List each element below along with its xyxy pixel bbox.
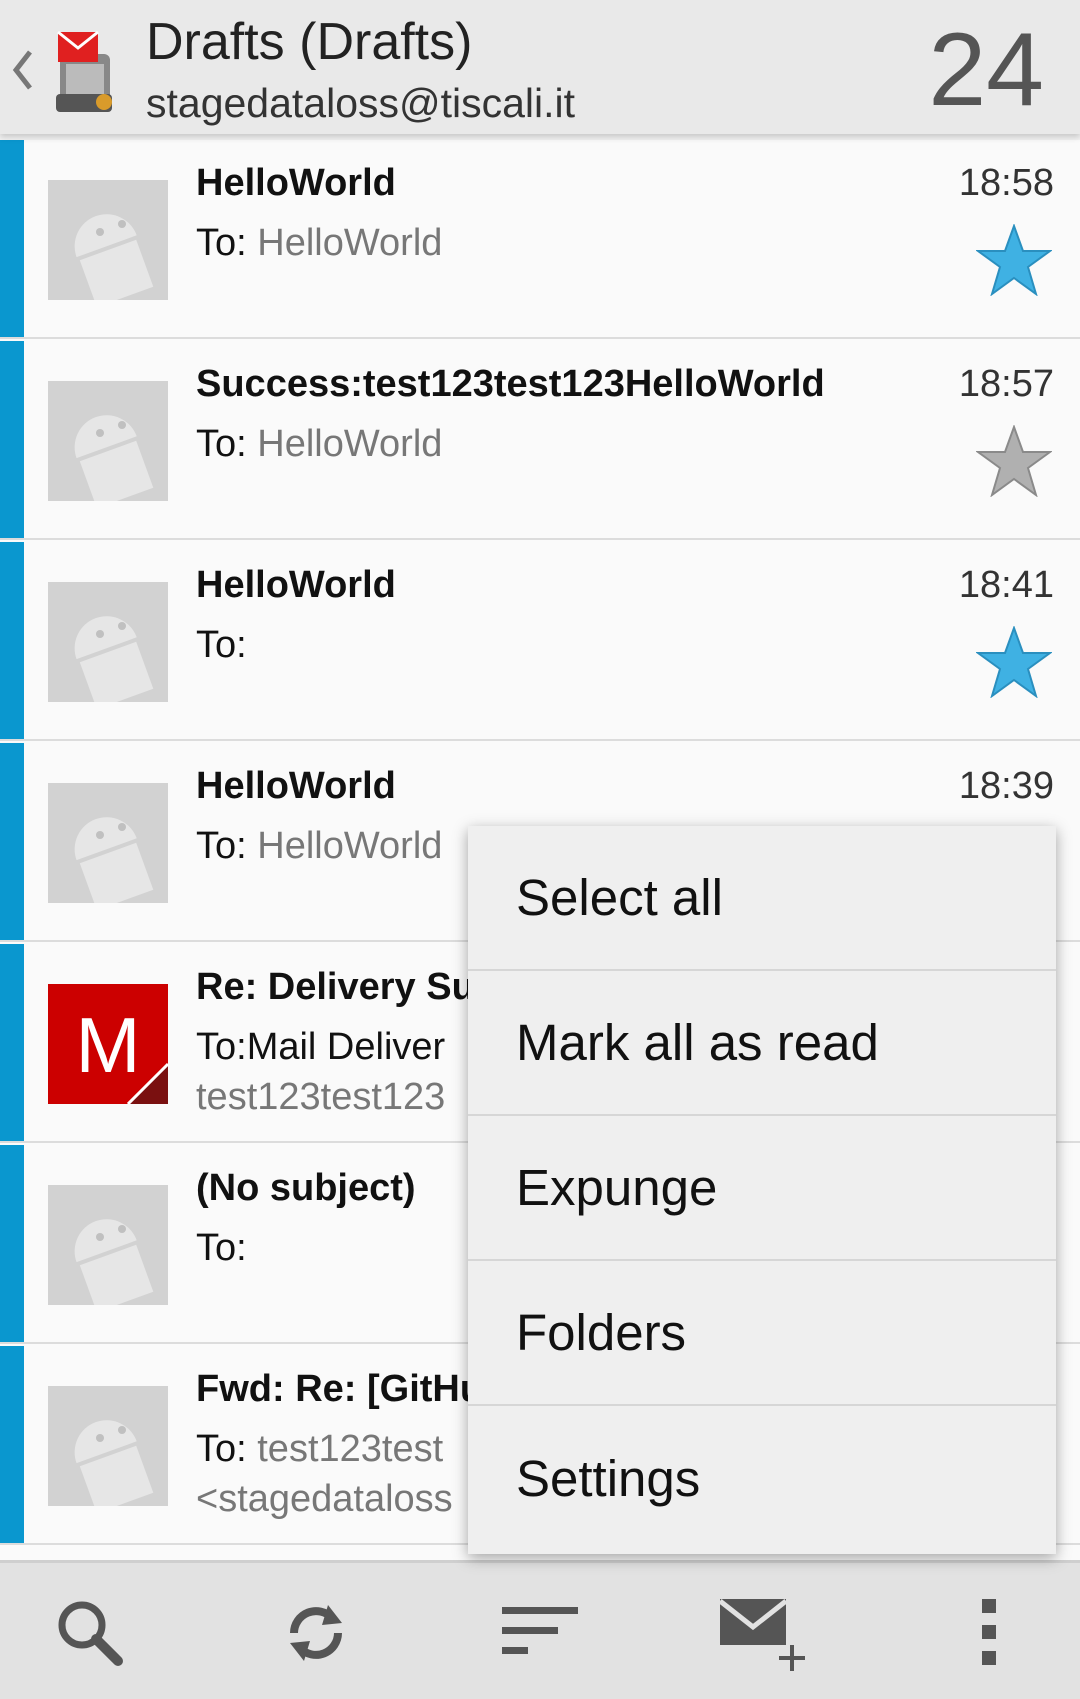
search-icon[interactable] bbox=[50, 1593, 130, 1673]
message-recipient: To: HelloWorld bbox=[196, 825, 442, 868]
message-recipient: To: test123test bbox=[196, 1428, 443, 1471]
unread-stripe bbox=[0, 542, 24, 739]
message-recipient: To: bbox=[196, 624, 247, 667]
android-avatar-icon[interactable] bbox=[48, 582, 168, 702]
message-row[interactable]: HelloWorld To: HelloWorld 18:58 bbox=[0, 140, 1080, 339]
menu-item-mark-all-read[interactable]: Mark all as read bbox=[468, 971, 1056, 1116]
star-icon[interactable] bbox=[976, 425, 1052, 497]
overflow-popup-menu: Select all Mark all as read Expunge Fold… bbox=[468, 826, 1056, 1554]
unread-stripe bbox=[0, 140, 24, 337]
message-time: 18:57 bbox=[958, 363, 1054, 405]
bottom-action-bar bbox=[0, 1560, 1080, 1699]
message-preview: test123test123 bbox=[196, 1076, 446, 1118]
android-avatar-icon[interactable] bbox=[48, 1386, 168, 1506]
folder-title: Drafts (Drafts) bbox=[146, 13, 473, 71]
account-email: stagedataloss@tiscali.it bbox=[146, 80, 576, 126]
unread-stripe bbox=[0, 743, 24, 940]
to-address: HelloWorld bbox=[257, 423, 443, 465]
unread-stripe bbox=[0, 341, 24, 538]
menu-item-settings[interactable]: Settings bbox=[468, 1406, 1056, 1551]
sort-icon[interactable] bbox=[500, 1593, 580, 1673]
to-address: test123test bbox=[257, 1428, 444, 1470]
message-time: 18:58 bbox=[958, 162, 1054, 204]
message-recipient: To: HelloWorld bbox=[196, 423, 442, 466]
message-subject: HelloWorld bbox=[196, 564, 396, 606]
unread-stripe bbox=[0, 1346, 24, 1543]
to-label: To: bbox=[196, 624, 247, 666]
android-avatar-icon[interactable] bbox=[48, 783, 168, 903]
menu-item-expunge[interactable]: Expunge bbox=[468, 1116, 1056, 1261]
letter-avatar-icon[interactable]: M bbox=[48, 984, 168, 1104]
message-subject: HelloWorld bbox=[196, 162, 396, 204]
star-icon[interactable] bbox=[976, 626, 1052, 698]
to-address: HelloWorld bbox=[257, 222, 443, 264]
message-subject: Fwd: Re: [GitHu bbox=[196, 1368, 484, 1410]
message-subject: Success:test123test123HelloWorld bbox=[196, 363, 825, 405]
android-avatar-icon[interactable] bbox=[48, 1185, 168, 1305]
message-count: 24 bbox=[928, 12, 1044, 128]
compose-icon[interactable] bbox=[718, 1593, 808, 1673]
to-label: To: bbox=[196, 222, 247, 264]
back-chevron-icon[interactable] bbox=[10, 40, 36, 100]
app-header: Drafts (Drafts) stagedataloss@tiscali.it… bbox=[0, 0, 1080, 134]
star-icon[interactable] bbox=[976, 224, 1052, 296]
message-preview: <stagedataloss bbox=[196, 1478, 453, 1520]
menu-item-folders[interactable]: Folders bbox=[468, 1261, 1056, 1406]
android-avatar-icon[interactable] bbox=[48, 381, 168, 501]
menu-item-select-all[interactable]: Select all bbox=[468, 826, 1056, 971]
avatar-letter: M bbox=[76, 1001, 141, 1089]
message-subject: (No subject) bbox=[196, 1167, 416, 1209]
message-row[interactable]: HelloWorld To: 18:41 bbox=[0, 542, 1080, 741]
unread-stripe bbox=[0, 944, 24, 1141]
message-recipient: To: HelloWorld bbox=[196, 222, 442, 265]
message-row[interactable]: Success:test123test123HelloWorld To: Hel… bbox=[0, 341, 1080, 540]
message-time: 18:39 bbox=[958, 765, 1054, 807]
message-recipient: To: bbox=[196, 1227, 247, 1270]
message-subject: Re: Delivery Su bbox=[196, 966, 475, 1008]
unread-stripe bbox=[0, 1145, 24, 1342]
android-avatar-icon[interactable] bbox=[48, 180, 168, 300]
message-time: 18:41 bbox=[958, 564, 1054, 606]
to-label: To: bbox=[196, 1428, 258, 1470]
to-label: To: bbox=[196, 825, 258, 867]
message-recipient: To:Mail Deliver bbox=[196, 1026, 445, 1069]
app-logo-icon[interactable] bbox=[46, 24, 122, 114]
to-label: To:Mail Deliver bbox=[196, 1026, 446, 1068]
to-label: To: bbox=[196, 1227, 247, 1269]
to-label: To: bbox=[196, 423, 247, 465]
to-address: HelloWorld bbox=[257, 825, 443, 867]
overflow-menu-icon[interactable] bbox=[950, 1593, 1030, 1673]
message-subject: HelloWorld bbox=[196, 765, 396, 807]
refresh-icon[interactable] bbox=[276, 1593, 356, 1673]
